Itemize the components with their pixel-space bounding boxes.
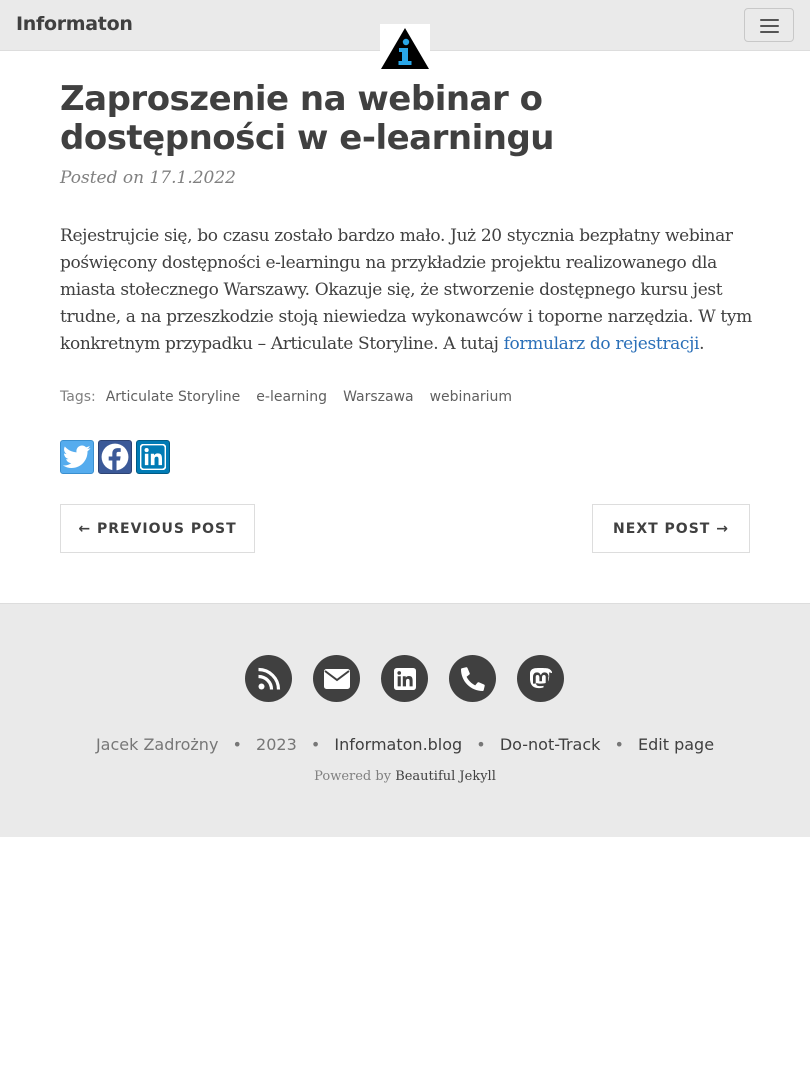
rss-icon[interactable] bbox=[245, 655, 292, 702]
post-meta: Posted on 17.1.2022 bbox=[60, 168, 236, 188]
phone-icon[interactable] bbox=[449, 655, 496, 702]
envelope-icon[interactable] bbox=[313, 655, 360, 702]
post-title: Zaproszenie na webinar o dostępności w e… bbox=[60, 79, 554, 158]
footer-separator: • bbox=[476, 735, 486, 754]
footer-separator: • bbox=[232, 735, 242, 754]
footer-author: Jacek Zadrożny bbox=[95, 735, 219, 754]
footer-dnt-link[interactable]: Do-not-Track bbox=[500, 735, 601, 754]
tag-link[interactable]: e-learning bbox=[256, 389, 327, 405]
share-buttons bbox=[60, 440, 170, 474]
tags-row: Tags: Articulate Storyline e-learning Wa… bbox=[60, 389, 528, 405]
brand-link[interactable]: Informaton bbox=[16, 13, 133, 35]
hamburger-line bbox=[760, 31, 779, 33]
tag-link[interactable]: webinarium bbox=[430, 389, 512, 405]
twitter-icon[interactable] bbox=[60, 440, 94, 474]
social-links bbox=[245, 655, 564, 702]
post-body: Rejestrujcie się, bo czasu zostało bardz… bbox=[60, 223, 756, 358]
footer-copyright: Jacek Zadrożny • 2023 • Informaton.blog … bbox=[0, 735, 810, 754]
linkedin-icon[interactable] bbox=[136, 440, 170, 474]
hamburger-line bbox=[760, 25, 779, 27]
footer-separator: • bbox=[310, 735, 321, 754]
footer-powered-by: Powered by Beautiful Jekyll bbox=[0, 769, 810, 784]
hamburger-line bbox=[760, 19, 779, 21]
next-post-button[interactable]: NEXT POST → bbox=[592, 504, 750, 553]
post-body-end: . bbox=[699, 334, 705, 354]
mastodon-icon[interactable] bbox=[517, 655, 564, 702]
powered-prefix: Powered by bbox=[314, 769, 392, 784]
footer-year: 2023 bbox=[256, 735, 297, 754]
previous-post-button[interactable]: ← PREVIOUS POST bbox=[60, 504, 255, 553]
footer-site-link[interactable]: Informaton.blog bbox=[334, 735, 462, 754]
linkedin-icon[interactable] bbox=[381, 655, 428, 702]
facebook-icon[interactable] bbox=[98, 440, 132, 474]
footer: Jacek Zadrożny • 2023 • Informaton.blog … bbox=[0, 603, 810, 837]
info-logo-icon[interactable] bbox=[380, 24, 430, 74]
hamburger-icon[interactable] bbox=[744, 8, 794, 42]
tag-link[interactable]: Warszawa bbox=[343, 389, 414, 405]
footer-separator: • bbox=[614, 735, 624, 754]
footer-edit-link[interactable]: Edit page bbox=[638, 735, 714, 754]
tag-link[interactable]: Articulate Storyline bbox=[106, 389, 241, 405]
beautiful-jekyll-link[interactable]: Beautiful Jekyll bbox=[395, 769, 496, 784]
registration-form-link[interactable]: formularz do rejestracji bbox=[504, 334, 700, 354]
tags-label: Tags: bbox=[60, 389, 96, 405]
